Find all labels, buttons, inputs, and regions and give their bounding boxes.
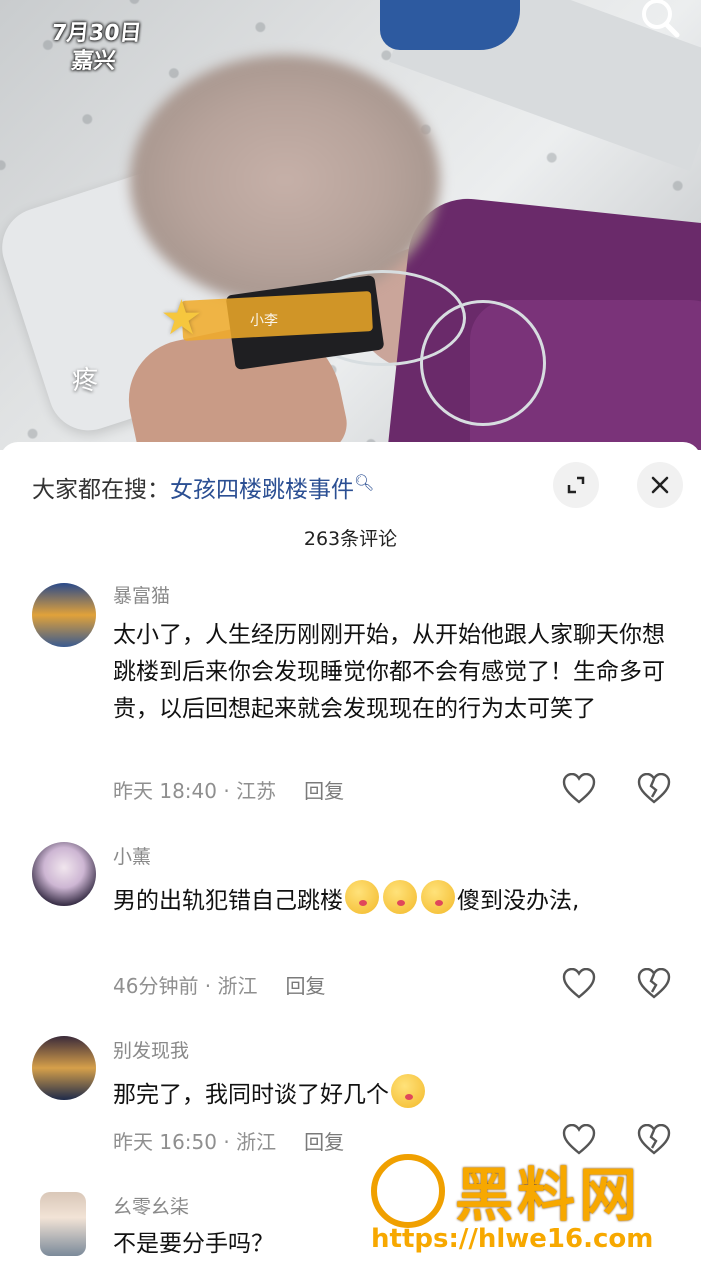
- close-icon: [651, 476, 669, 494]
- comment-meta: 昨天 16:50 · 浙江 回复: [113, 1130, 345, 1154]
- emoji-icon: [345, 880, 379, 914]
- comment-username[interactable]: 幺零幺柒: [113, 1192, 189, 1219]
- site-watermark: 黑料网 https://hlwe16.com: [365, 1148, 695, 1268]
- comment-text: 太小了，人生经历刚刚开始，从开始他跟人家聊天你想跳楼到后来你会发现睡觉你都不会有…: [113, 622, 665, 722]
- video-player[interactable]: 小李 ★ 疼 7月30日 嘉兴: [0, 0, 701, 450]
- comment-location: 浙江: [217, 974, 258, 998]
- watermark-logo-icon: [371, 1154, 445, 1228]
- blue-cloth: [380, 0, 520, 50]
- avatar[interactable]: [32, 1036, 96, 1100]
- expand-button[interactable]: [553, 462, 599, 508]
- emoji-icon: [421, 880, 455, 914]
- comment-time: 46分钟前: [113, 974, 199, 998]
- broken-heart-icon: [637, 967, 671, 999]
- trending-search[interactable]: 大家都在搜：女孩四楼跳楼事件🔍︎: [32, 470, 374, 504]
- comment-meta: 46分钟前 · 浙江 回复: [113, 974, 326, 998]
- search-button[interactable]: [633, 0, 689, 38]
- pain-caption: 疼: [72, 366, 99, 396]
- sticker-name: 小李: [250, 313, 278, 329]
- comment-username[interactable]: 别发现我: [113, 1036, 189, 1063]
- broken-heart-icon: [637, 772, 671, 804]
- like-button[interactable]: [562, 967, 596, 1000]
- avatar[interactable]: [32, 842, 96, 906]
- star-icon: ★: [160, 290, 204, 346]
- trending-term[interactable]: 女孩四楼跳楼事件: [170, 477, 354, 503]
- comment-text-part: 那完了，我同时谈了好几个: [113, 1082, 389, 1108]
- medical-tube: [420, 300, 546, 426]
- avatar[interactable]: [32, 583, 96, 647]
- date-label: 7月30日: [50, 21, 143, 46]
- comment-text-part: 男的出轨犯错自己跳楼: [113, 888, 343, 914]
- comment-count: 263条评论: [303, 528, 398, 550]
- date-stamp: 7月30日 嘉兴: [47, 20, 143, 76]
- comment-text: 那完了，我同时谈了好几个: [113, 1074, 678, 1114]
- emoji-icon: [383, 880, 417, 914]
- comment-username[interactable]: 暴富猫: [113, 581, 170, 608]
- dislike-button[interactable]: [637, 967, 671, 1000]
- comment-time: 昨天 18:40: [113, 779, 217, 803]
- emoji-icon: [391, 1074, 425, 1108]
- comment-text: 男的出轨犯错自己跳楼 傻到没办法,: [113, 880, 678, 920]
- trending-prefix: 大家都在搜：: [32, 477, 170, 503]
- dislike-button[interactable]: [637, 772, 671, 805]
- watermark-url: https://hlwe16.com: [371, 1224, 654, 1254]
- city-label: 嘉兴: [70, 49, 117, 74]
- comment-time: 昨天 16:50: [113, 1130, 217, 1154]
- watermark-title: 黑料网: [455, 1161, 642, 1229]
- reply-button[interactable]: 回复: [286, 974, 326, 998]
- like-button[interactable]: [562, 772, 596, 805]
- comment-meta: 昨天 18:40 · 江苏 回复: [113, 779, 345, 803]
- comment-text-part: 傻到没办法,: [457, 888, 580, 914]
- search-icon: [642, 0, 680, 38]
- expand-icon: [567, 476, 585, 494]
- close-button[interactable]: [637, 462, 683, 508]
- small-search-icon: 🔍︎: [354, 473, 375, 493]
- avatar[interactable]: [40, 1192, 86, 1256]
- comment-location: 浙江: [236, 1130, 277, 1154]
- reply-button[interactable]: 回复: [304, 1130, 344, 1154]
- comment-username[interactable]: 小薰: [113, 842, 151, 869]
- blurred-face: [130, 55, 440, 305]
- reply-button[interactable]: 回复: [304, 779, 344, 803]
- heart-icon: [562, 772, 596, 804]
- heart-icon: [562, 967, 596, 999]
- comment-location: 江苏: [236, 779, 277, 803]
